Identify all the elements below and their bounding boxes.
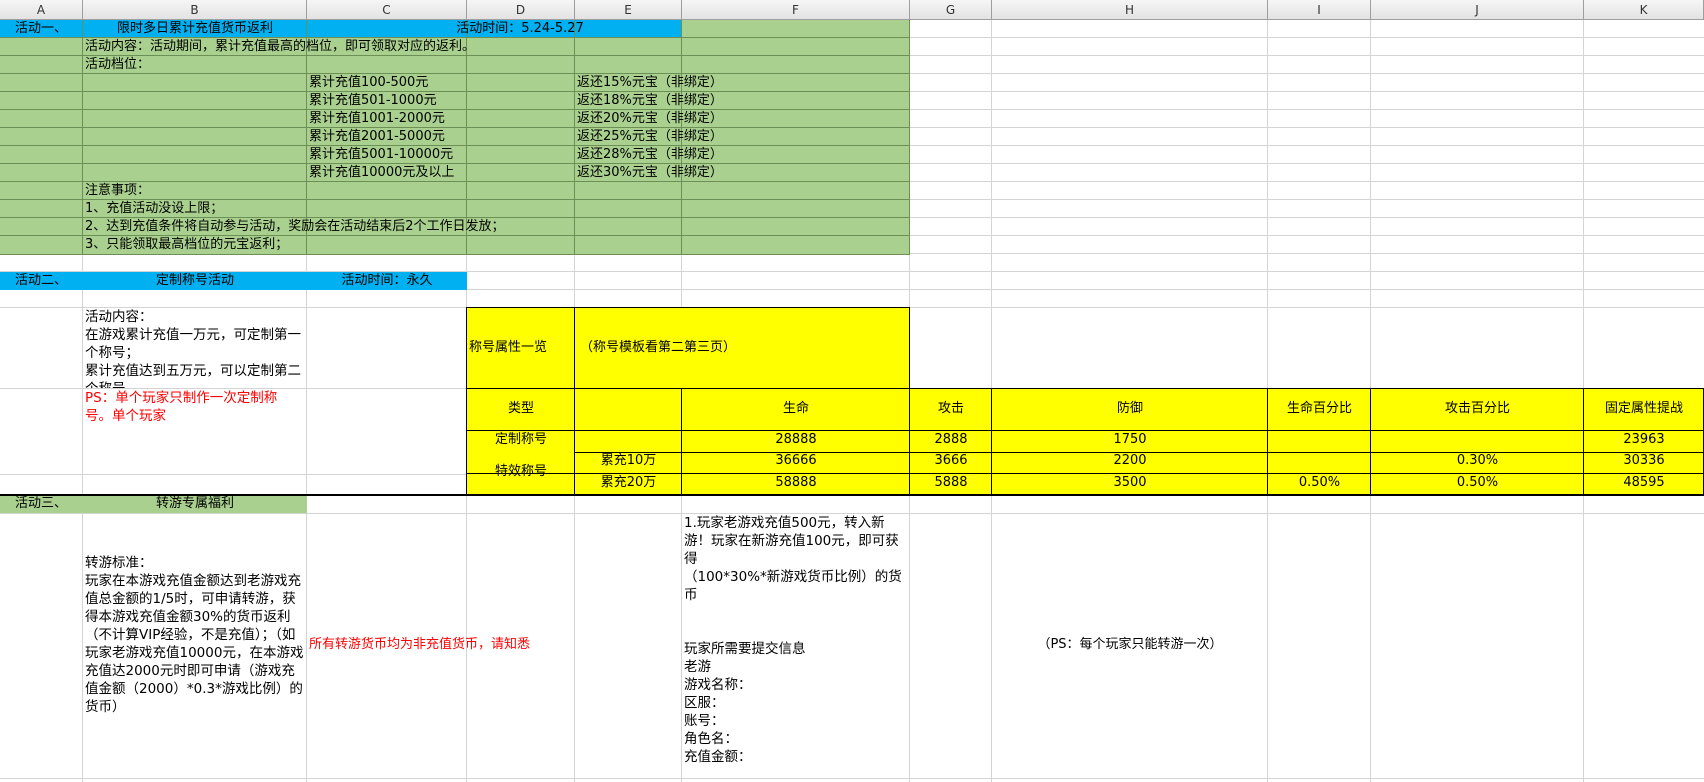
row-custom-def: 1750 [1113, 432, 1147, 447]
column-header-a[interactable]: A [0, 0, 83, 20]
spreadsheet-grid[interactable]: A B C D E F G H I J K 活动一、 限时多日累计充值货币返利 … [0, 0, 1704, 782]
row-20w-hp: 58888 [775, 475, 817, 490]
column-header-e[interactable]: E [575, 0, 682, 20]
row-20w-sub: 累充20万 [600, 475, 657, 490]
activity3-ps: （PS：每个玩家只能转游一次） [1037, 637, 1223, 652]
table-header-hp-pct: 生命百分比 [1286, 401, 1352, 416]
activity1-time: 活动时间：5.24-5.27 [456, 21, 584, 36]
table-header-hp: 生命 [782, 401, 809, 416]
column-header-i[interactable]: I [1268, 0, 1371, 20]
activity1-title: 限时多日累计充值货币返利 [116, 21, 273, 36]
column-header-j[interactable]: J [1371, 0, 1584, 20]
table-header-def: 防御 [1116, 401, 1143, 416]
activity1-note: 3、只能领取最高档位的元宝返利； [85, 237, 289, 252]
tier-range: 累计充值2001-5000元 [309, 129, 445, 144]
effect-title-type: 特效称号 [494, 464, 547, 479]
row-custom-type: 定制称号 [494, 432, 547, 447]
tier-range: 累计充值5001-10000元 [309, 147, 454, 162]
tier-range: 累计充值100-500元 [309, 75, 429, 90]
title-template-note: （称号模板看第二第三页） [580, 340, 737, 355]
activity2-title: 定制称号活动 [155, 273, 234, 288]
tier-range: 累计充值1001-2000元 [309, 111, 445, 126]
column-header-d[interactable]: D [467, 0, 575, 20]
activity1-tiers-label: 活动档位： [85, 57, 151, 72]
tier-reward: 返还28%元宝（非绑定） [577, 147, 723, 162]
column-header-f[interactable]: F [682, 0, 910, 20]
activity2-content: 活动内容： 在游戏累计充值一万元，可定制第一个称号； 累计充值达到五万元，可以定… [85, 309, 301, 388]
row-10w-def: 2200 [1113, 453, 1147, 468]
row-10w-power: 30336 [1623, 453, 1665, 468]
activity1-content: 活动内容：活动期间，累计充值最高的档位，即可领取对应的返利。 [85, 39, 476, 54]
activity2-label: 活动二、 [14, 273, 67, 288]
column-header-k[interactable]: K [1584, 0, 1704, 20]
row-custom-atk: 2888 [934, 432, 968, 447]
activity3-example: 1.玩家老游戏充值500元，转入新游！玩家在新游充值100元，即可获得 （100… [684, 515, 902, 765]
column-header-c[interactable]: C [307, 0, 467, 20]
table-header-atk: 攻击 [937, 401, 964, 416]
activity1-note: 2、达到充值条件将自动参与活动，奖励会在活动结束后2个工作日发放； [85, 219, 505, 234]
column-header-g[interactable]: G [910, 0, 992, 20]
tier-reward: 返还30%元宝（非绑定） [577, 165, 723, 180]
tier-reward: 返还20%元宝（非绑定） [577, 111, 723, 126]
activity3-standard: 转游标准： 玩家在本游戏充值金额达到老游戏充值总金额的1/5时，可申请转游，获得… [85, 555, 304, 715]
row-20w-hp-pct: 0.50% [1298, 475, 1341, 490]
row-10w-sub: 累充10万 [600, 453, 657, 468]
tier-range: 累计充值501-1000元 [309, 93, 437, 108]
activity3-notice: 所有转游货币均为非充值货币，请知悉 [309, 637, 531, 652]
column-header-h[interactable]: H [992, 0, 1268, 20]
column-header-b[interactable]: B [83, 0, 307, 20]
activity2-time: 活动时间：永久 [341, 273, 433, 288]
activity3-label: 活动三、 [14, 496, 67, 511]
row-10w-atk-pct: 0.30% [1456, 453, 1499, 468]
table-header-atk-pct: 攻击百分比 [1444, 401, 1510, 416]
row-custom-power: 23963 [1623, 432, 1665, 447]
tier-reward: 返还18%元宝（非绑定） [577, 93, 723, 108]
row-10w-atk: 3666 [934, 453, 968, 468]
activity2-ps: PS：单个玩家只制作一次定制称号。单个玩家 [85, 390, 278, 424]
row-custom-hp: 28888 [775, 432, 817, 447]
tier-reward: 返还25%元宝（非绑定） [577, 129, 723, 144]
row-10w-hp: 36666 [775, 453, 817, 468]
row-20w-atk: 5888 [934, 475, 968, 490]
row-20w-atk-pct: 0.50% [1456, 475, 1499, 490]
tier-reward: 返还15%元宝（非绑定） [577, 75, 723, 90]
row-20w-power: 48595 [1623, 475, 1665, 490]
table-header-type: 类型 [507, 401, 534, 416]
activity3-title: 转游专属福利 [155, 496, 234, 511]
activity1-notes-label: 注意事项： [85, 183, 151, 198]
tier-range: 累计充值10000元及以上 [309, 165, 455, 180]
row-20w-def: 3500 [1113, 475, 1147, 490]
title-attr-label: 称号属性一览 [469, 340, 548, 355]
activity1-label: 活动一、 [14, 21, 67, 36]
table-header-power: 固定属性提战 [1604, 401, 1683, 416]
activity1-note: 1、充值活动没设上限； [85, 201, 224, 216]
